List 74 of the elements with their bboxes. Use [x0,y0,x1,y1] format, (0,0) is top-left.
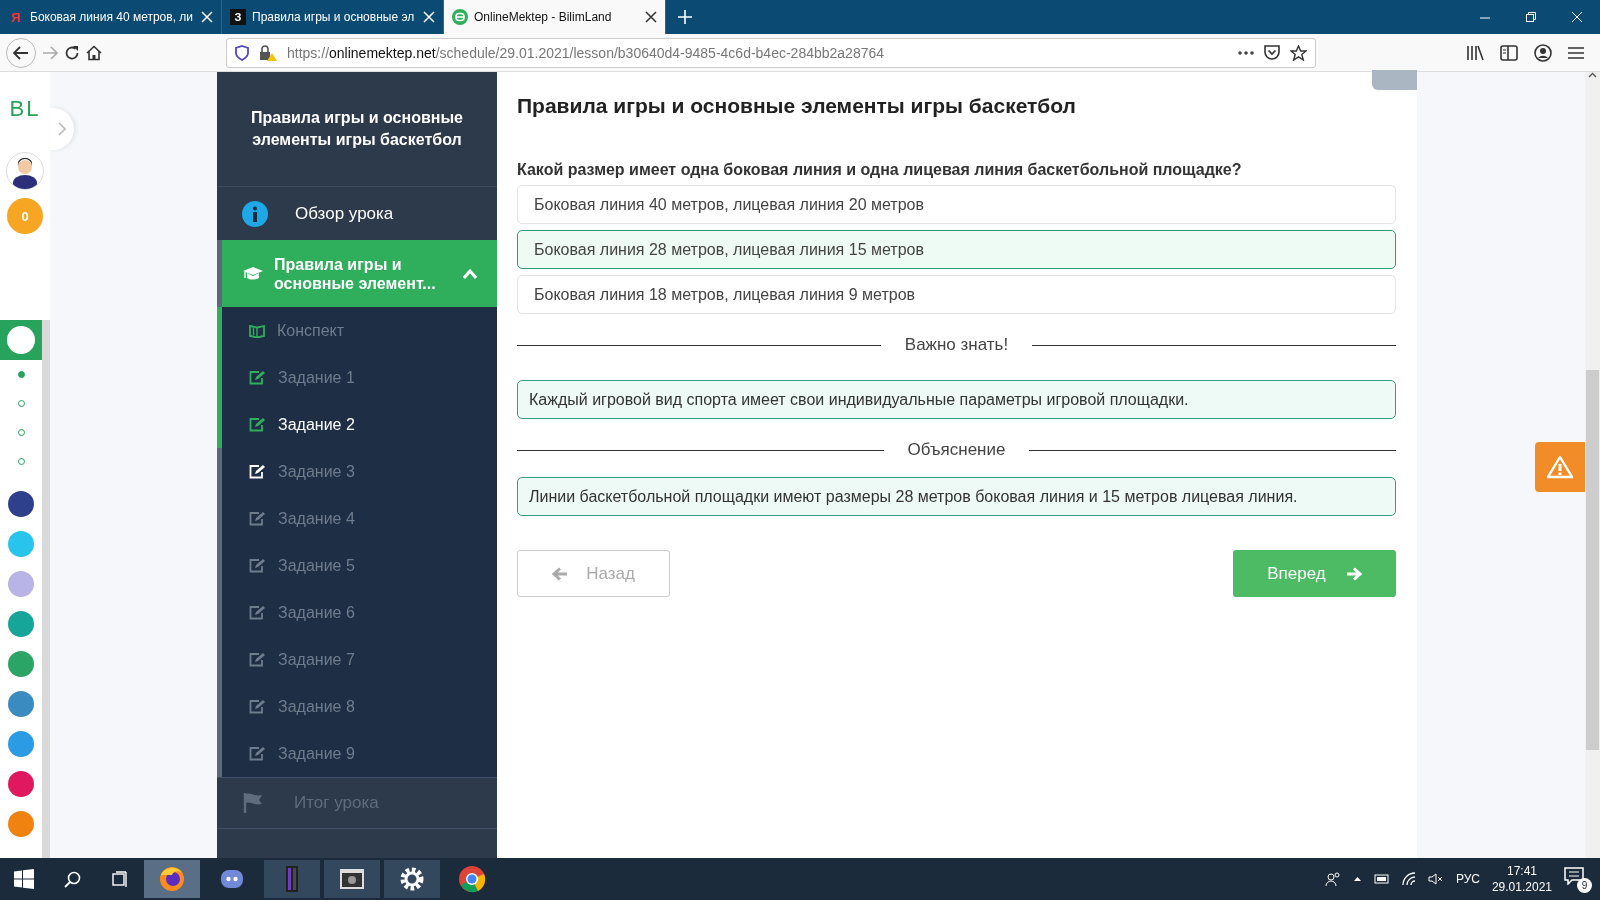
edit-icon [249,652,266,667]
notifications-icon[interactable] [1564,867,1584,885]
round-browser-icon [458,865,486,893]
scroll-up-icon [1588,72,1597,78]
sidebar-icon[interactable] [1500,44,1518,61]
edit-icon [249,558,266,573]
taskbar-app[interactable] [144,860,200,898]
question-text: Какой размер имеет одна боковая линия и одна лицевая линия баскетбольной площадке? [517,161,1243,179]
more-icon[interactable] [1238,50,1254,55]
address-field[interactable]: https://onlinemektep.net/schedule/29.01.2021/lesson/b30640d4-9485-4c6d-b4ec-284bb2a28764 [226,37,1316,68]
edit-icon [249,511,266,526]
people-icon[interactable] [1324,871,1341,887]
book-icon [249,323,265,338]
clock-time[interactable]: 17:41 [1506,863,1537,879]
info-box: Линии баскетбольной площадки имеют размеры 28 метров боковая линия и 15 метров лицевая линия. [517,477,1396,516]
nav-section[interactable]: Правила игры и основные элемент... [217,240,497,307]
padlock-warning-icon [259,44,277,61]
edit-icon [249,417,266,432]
shield-icon [235,44,249,61]
answer-option[interactable]: Боковая линия 40 метров, лицевая линия 20 метров [517,185,1396,224]
answer-option[interactable]: Боковая линия 28 метров, лицевая линия 15 метров [517,230,1396,269]
site-icon [452,9,468,25]
avatar-icon [10,157,40,189]
menu-icon[interactable] [1568,45,1584,60]
task-view-icon[interactable] [112,870,128,888]
logo[interactable]: BL [9,96,41,122]
edit-icon [249,746,266,761]
edit-icon [249,605,266,620]
taskbar-app[interactable] [384,860,440,898]
next-button[interactable]: Вперед [1233,550,1396,597]
score-badge: 0 [7,198,43,234]
edit-icon [249,370,266,385]
account-icon[interactable] [1534,43,1552,62]
flag-icon [242,792,264,814]
page-title: Правила игры и основные элементы игры баскетбол [517,94,1077,118]
home-icon[interactable] [86,44,102,61]
edit-icon [249,464,266,479]
pocket-icon[interactable] [1264,45,1280,60]
section-heading: Объяснение [907,440,1006,460]
tray-caret-icon[interactable] [1352,876,1362,882]
battery-icon[interactable] [1373,874,1390,884]
library-icon[interactable] [1466,44,1484,61]
search-icon[interactable] [63,870,81,888]
back-arrow-icon [13,45,29,60]
graduation-cap-icon [242,265,264,282]
notification-badge: 9 [1577,878,1592,893]
fox-browser-icon [158,865,186,893]
info-box: Каждый игровой вид спорта имеет свои индивидуальные параметры игровой площадки. [517,380,1396,419]
restore-icon[interactable] [1526,12,1536,22]
clock-date[interactable]: 29.01.2021 [1491,879,1552,895]
reload-icon[interactable] [64,44,80,61]
chevron-right-icon [58,122,66,136]
app-logo-icon[interactable] [8,491,34,517]
nav-item-label: Обзор урока [295,203,394,224]
page-dot[interactable] [17,371,25,378]
app-logo-icon[interactable] [8,771,34,797]
speaker-muted-icon[interactable] [1427,873,1444,885]
windows-start-icon[interactable] [14,869,34,889]
close-icon[interactable] [645,11,657,23]
arrow-left-icon [552,566,569,581]
edit-icon [249,699,266,714]
wifi-icon[interactable] [1401,872,1416,886]
scrollbar[interactable] [1585,72,1600,858]
star-icon[interactable] [1290,44,1307,61]
warning-icon [1547,455,1573,479]
settings-icon [398,865,426,893]
language-indicator[interactable]: РУС [1455,872,1480,886]
browser-tab[interactable]: OnlineMektep - BilimLand [444,0,666,34]
section-heading: Важно знать! [904,335,1009,355]
answer-option[interactable]: Боковая линия 18 метров, лицевая линия 9 метров [517,275,1396,314]
new-tab-icon[interactable] [678,10,692,24]
arrow-right-icon [1345,566,1362,581]
info-icon [242,200,268,227]
taskbar-app[interactable] [324,860,380,898]
